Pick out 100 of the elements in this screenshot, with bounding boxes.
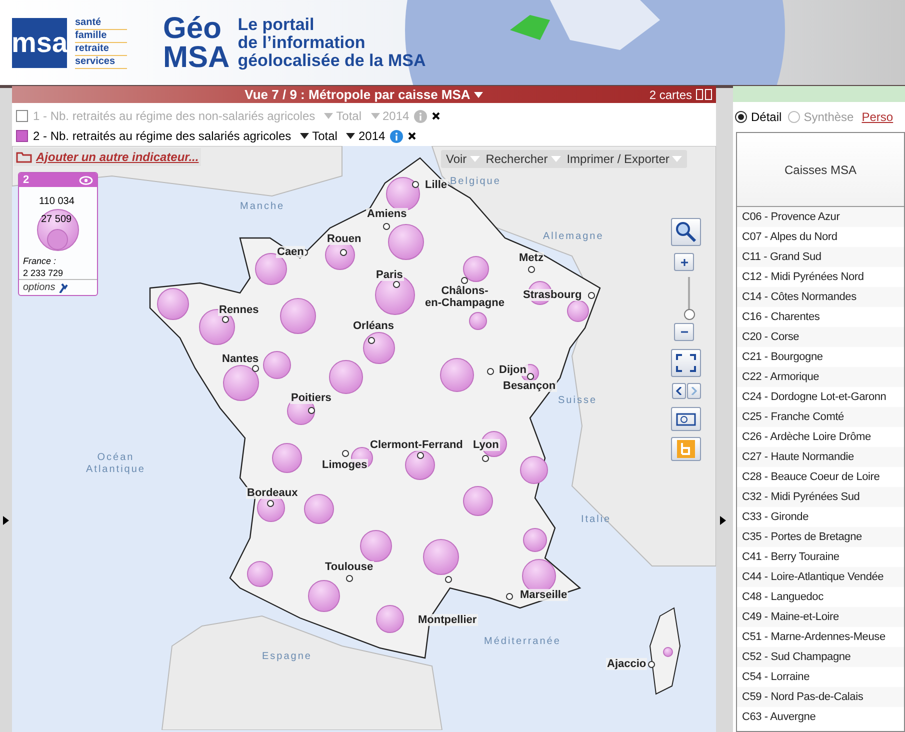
right-chevron-icon [691, 387, 697, 395]
search-icon [675, 221, 697, 243]
brand-name: Géo [163, 14, 222, 42]
zoom-in-button[interactable] [674, 253, 694, 271]
close-icon[interactable] [432, 112, 440, 120]
place-label: Méditerranée [484, 636, 561, 648]
portal-title: Le portail [238, 16, 316, 34]
caret-icon [470, 156, 480, 162]
caret-icon [300, 133, 310, 139]
table-cell: C14 - Côtes Normandes [737, 287, 904, 307]
city-label: Châlons- en-Champagne [424, 285, 506, 309]
expand-arrow-icon[interactable] [3, 516, 9, 525]
table-cell: C06 - Provence Azur [737, 207, 904, 227]
place-label: Belgique [450, 176, 501, 188]
caret-icon [346, 133, 356, 139]
table-cell: C22 - Armorique [737, 367, 904, 387]
city-label: Paris [375, 269, 404, 281]
tagline-text: retraite [75, 42, 128, 56]
view-mode-radio[interactable]: Détail [735, 108, 782, 126]
legend-total-label: France : [23, 255, 56, 268]
table-cell: C44 - Loire-Atlantique Vendée [737, 567, 904, 587]
city-label: Amiens [366, 208, 408, 220]
folder-icon [16, 151, 32, 163]
view-title[interactable]: Vue 7 / 9 : Métropole par caisse MSA [244, 84, 470, 104]
portal-title: géolocalisée de la MSA [238, 52, 426, 70]
city-label: Clermont-Ferrand [369, 439, 464, 451]
city-label: Rouen [326, 233, 362, 245]
city-label: Lyon [472, 439, 500, 451]
indicator-checkbox[interactable] [16, 130, 28, 142]
year-dropdown[interactable]: 2014 [346, 127, 386, 145]
city-label: Marseille [519, 589, 568, 601]
legend-total-value: 2 233 729 [23, 267, 64, 280]
city-label: Poitiers [290, 392, 332, 404]
collapse-arrow-icon[interactable] [720, 516, 726, 525]
info-icon[interactable] [390, 130, 404, 142]
caret-icon [324, 113, 334, 119]
table-cell: C52 - Sud Champagne [737, 647, 904, 667]
full-extent-button[interactable] [671, 349, 701, 377]
table-cell: C11 - Grand Sud [737, 247, 904, 267]
city-label: Dijon [498, 364, 528, 376]
city-label: Besançon [502, 380, 557, 392]
close-icon[interactable] [408, 132, 416, 140]
city-label: Nantes [221, 353, 260, 365]
zoom-box-button[interactable] [671, 218, 701, 246]
camera-icon [676, 412, 696, 426]
maps-count: 2 cartes [649, 86, 692, 104]
caret-icon [672, 156, 682, 162]
toolbar-menu[interactable]: Voir [446, 150, 480, 168]
place-label: Océan Atlantique [86, 452, 146, 476]
city-label: Lille [424, 179, 448, 191]
city-label: Metz [518, 252, 544, 264]
city-label: Orléans [352, 320, 395, 332]
wrench-icon [59, 282, 68, 292]
city-label: Limoges [321, 459, 368, 471]
minus-icon [680, 331, 688, 333]
eye-icon[interactable] [79, 176, 93, 184]
place-label: Espagne [262, 651, 312, 663]
city-label: Toulouse [324, 561, 374, 573]
table-cell: C35 - Portes de Bretagne [737, 527, 904, 547]
previous-extent-button[interactable] [672, 383, 686, 399]
zoom-slider[interactable] [683, 277, 695, 320]
add-indicator-link[interactable]: Ajouter un autre indicateur... [14, 148, 201, 166]
toolbar-menu[interactable]: Rechercher [486, 150, 561, 168]
place-label: Suisse [558, 395, 598, 407]
table-cell: C49 - Maine-et-Loire [737, 607, 904, 627]
city-label: Montpellier [417, 614, 478, 626]
plus-icon [680, 258, 688, 266]
legend-number: 2 [23, 173, 30, 188]
place-label: Allemagne [543, 231, 604, 243]
indicator-label: 1 - Nb. retraités au régime des non-salariés agricoles [33, 108, 316, 125]
legend-max-value: 110 034 [39, 195, 74, 209]
legend-options[interactable]: options [19, 279, 97, 295]
tagline-text: santé [75, 16, 128, 30]
table-cell: C27 - Haute Normandie [737, 447, 904, 467]
tagline-text: services [75, 56, 128, 68]
toolbar-menu[interactable]: Imprimer / Exporter [566, 150, 682, 168]
two-maps-icon[interactable] [696, 89, 712, 100]
logo: msa [12, 18, 67, 68]
brand-name: MSA [163, 42, 230, 72]
place-label: Italie [581, 514, 612, 526]
table-cell: C59 - Nord Pas-de-Calais [737, 687, 904, 707]
screenshot-button[interactable] [671, 407, 701, 431]
perso-link[interactable]: Perso [862, 108, 894, 126]
caret-icon [370, 113, 380, 119]
table-cell: C32 - Midi Pyrénées Sud [737, 487, 904, 507]
basemap-button[interactable] [671, 437, 701, 461]
table-cell: C25 - Franche Comté [737, 407, 904, 427]
caret-icon [550, 156, 561, 162]
indicator-checkbox[interactable] [16, 110, 28, 122]
caret-icon[interactable] [474, 92, 484, 98]
basemap-icon [677, 440, 695, 458]
city-label: Caen [276, 246, 305, 258]
zoom-out-button[interactable] [674, 323, 694, 341]
city-label: Ajaccio [606, 658, 648, 670]
measure-dropdown[interactable]: Total [300, 127, 338, 145]
left-chevron-icon [676, 387, 682, 395]
legend-min-value: 27 509 [41, 213, 72, 227]
table-cell: C20 - Corse [737, 327, 904, 347]
portal-title: de l’information [238, 34, 366, 52]
city-label: Strasbourg [522, 289, 583, 301]
